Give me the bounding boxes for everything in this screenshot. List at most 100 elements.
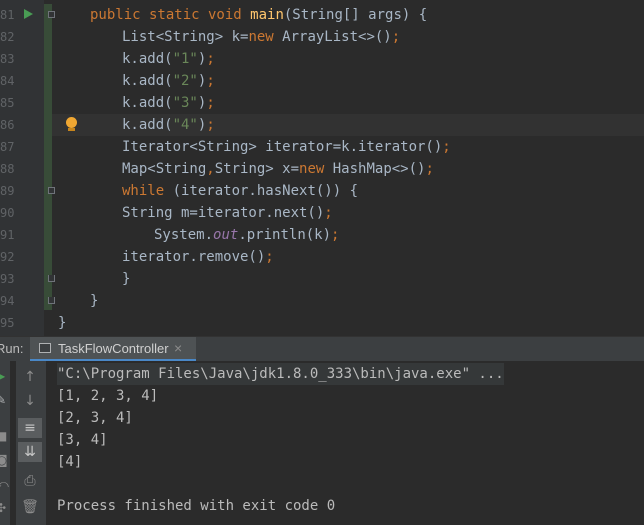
line-number: 88 [0,162,14,176]
scroll-to-end-icon[interactable]: ⇊ [18,442,42,462]
line-number: 86 [0,118,14,132]
fold-end-icon[interactable] [48,275,55,282]
code-token: "3" [172,95,198,111]
code-token: out [213,227,239,243]
code-token: Iterator<String> iterator=k.iterator() [122,139,443,155]
run-gutter-icon[interactable] [24,9,33,19]
code-token: } [90,293,99,309]
code-line[interactable]: k.add("4"); [122,114,215,136]
code-editor[interactable]: 81828384858687888990919293949596 public … [0,0,644,336]
code-token: "1" [172,51,198,67]
code-token: new [299,161,333,177]
trash-icon[interactable]: 🗑 [18,497,42,517]
code-token: , [206,161,215,177]
code-token: (iterator.hasNext()) { [172,183,359,199]
code-token: ; [442,139,451,155]
code-line[interactable]: while (iterator.hasNext()) { [122,180,358,202]
code-line[interactable]: } [122,268,130,290]
code-token: ; [391,29,401,45]
console-toolbar: ↑ ↓ ≡ ⇊ ⎙ 🗑 [16,361,46,525]
code-token: main [250,7,284,23]
code-token: new [248,29,283,45]
console-line: [3, 4] [57,432,108,448]
code-line[interactable]: k.add("3"); [122,92,215,114]
code-token: k.add( [122,73,173,89]
line-number: 83 [0,52,14,66]
line-number: 84 [0,74,14,88]
line-number: 85 [0,96,14,110]
code-token: System. [154,227,214,243]
stop-icon[interactable]: ■ [0,429,7,443]
line-number: 94 [0,294,14,308]
code-line[interactable]: Map<String,String> x=new HashMap<>(); [122,158,434,180]
code-token: ; [331,227,340,243]
code-line[interactable]: System.out.println(k); [154,224,339,246]
console-command-line: "C:\Program Files\Java\jdk1.8.0_333\bin\… [57,363,504,385]
code-token: (String[] args) { [283,7,428,23]
code-line[interactable]: } [90,290,98,312]
code-token: String m=iterator.next() [122,205,325,221]
pin-icon[interactable]: ✣ [0,501,6,515]
code-token: ; [206,95,215,111]
rerun-icon[interactable]: ▶ [0,369,5,383]
run-tool-window-header: Run: TaskFlowController × [0,336,644,362]
code-token: ; [206,73,215,89]
arrow-up-icon[interactable]: ↑ [18,367,42,387]
code-token: ArrayList<>() [282,29,392,45]
code-line[interactable]: k.add("2"); [122,70,215,92]
tab-label: TaskFlowController [58,341,169,356]
wrench-icon[interactable]: ✎ [0,393,6,407]
code-token: HashMap<>() [332,161,426,177]
code-line[interactable]: k.add("1"); [122,48,215,70]
fold-icon[interactable] [48,187,55,194]
line-number: 82 [0,30,14,44]
code-token: k.add( [122,95,173,111]
code-token: k.add( [122,117,173,133]
code-token: while [122,183,173,199]
code-token: ; [265,249,274,265]
code-line[interactable]: iterator.remove(); [122,246,274,268]
arrow-down-icon[interactable]: ↓ [18,391,42,411]
vcs-change-marker [44,4,52,310]
line-number: 87 [0,140,14,154]
restore-layout-icon[interactable]: ⤺ [0,477,9,492]
code-line[interactable]: } [58,312,66,334]
tab-taskflowcontroller[interactable]: TaskFlowController × [30,337,196,362]
line-number: 90 [0,206,14,220]
code-token: public static void [90,7,251,23]
code-line[interactable]: List<String> k=new ArrayList<>(); [122,26,400,48]
code-token: .println(k) [238,227,332,243]
lightbulb-icon-base [68,128,75,131]
line-number: 91 [0,228,14,242]
lightbulb-icon[interactable] [66,117,77,128]
console-line: [4] [57,454,83,470]
code-token: "4" [172,117,198,133]
line-number: 89 [0,184,14,198]
console-line: [1, 2, 3, 4] [57,388,159,404]
code-token: "2" [172,73,198,89]
code-token: iterator.remove() [122,249,266,265]
close-icon[interactable]: × [174,340,182,356]
run-config-icon [39,343,51,353]
code-token: Map<String [122,161,207,177]
code-token: } [122,271,131,287]
code-token: List<String> k= [122,29,249,45]
code-line[interactable]: String m=iterator.next(); [122,202,333,224]
code-token: ; [425,161,434,177]
fold-end-icon[interactable] [48,297,55,304]
code-line[interactable]: Iterator<String> iterator=k.iterator(); [122,136,451,158]
code-token: k.add( [122,51,173,67]
console-line: [2, 3, 4] [57,410,133,426]
fold-icon[interactable] [48,11,55,18]
line-number: 93 [0,272,14,286]
camera-icon[interactable]: ◙ [0,453,8,467]
soft-wrap-icon[interactable]: ≡ [18,418,42,438]
code-token: ; [206,51,215,67]
code-token: ; [206,117,215,133]
run-tool-window: ▶ ✎ ■ ◙ ⤺ ✣ ↑ ↓ ≡ ⇊ ⎙ 🗑 "C:\Program File… [0,361,644,525]
run-panel-title: Run: [0,341,24,356]
print-icon[interactable]: ⎙ [18,471,42,491]
line-number: 95 [0,316,14,330]
code-line[interactable]: public static void main(String[] args) { [90,4,427,26]
code-token: ; [324,205,333,221]
